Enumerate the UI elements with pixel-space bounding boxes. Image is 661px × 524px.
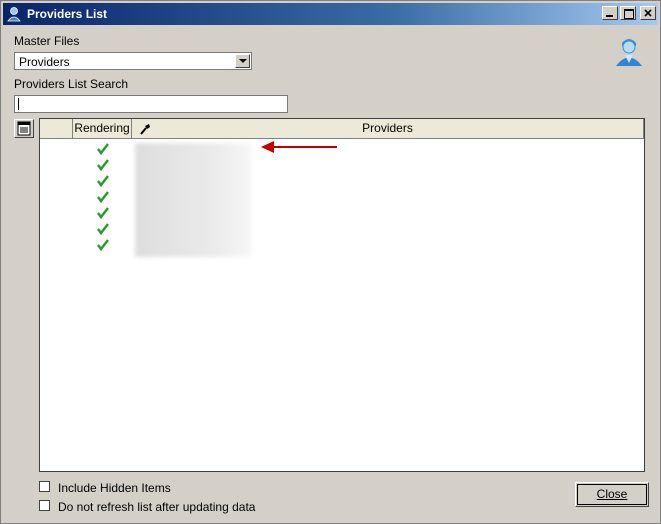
rendering-column-header[interactable]: Rendering bbox=[73, 119, 132, 139]
close-window-button[interactable] bbox=[640, 6, 656, 20]
providers-column-header[interactable]: Providers bbox=[132, 119, 644, 139]
maximize-icon bbox=[624, 9, 634, 19]
providers-list-window: Providers List Master Files Providers Pr… bbox=[0, 0, 661, 524]
rendering-check-icon bbox=[97, 159, 109, 171]
filter-brush-icon bbox=[140, 124, 150, 135]
user-icon bbox=[7, 7, 21, 22]
provider-avatar-icon bbox=[616, 39, 642, 66]
no-refresh-label: Do not refresh list after updating data bbox=[58, 500, 256, 514]
chevron-down-icon[interactable] bbox=[235, 54, 250, 68]
window-title: Providers List bbox=[27, 7, 108, 21]
close-button-label: Close bbox=[596, 487, 628, 501]
minimize-icon bbox=[606, 15, 613, 17]
rendering-check-icon bbox=[97, 191, 109, 203]
title-bar[interactable]: Providers List bbox=[3, 3, 658, 25]
include-hidden-label: Include Hidden Items bbox=[58, 481, 171, 495]
text-caret bbox=[18, 98, 19, 110]
include-hidden-checkbox[interactable] bbox=[39, 481, 50, 492]
list-icon bbox=[17, 121, 31, 136]
redacted-provider-names bbox=[135, 143, 251, 257]
close-button[interactable]: Close bbox=[575, 482, 649, 507]
rendering-check-icon bbox=[97, 175, 109, 187]
annotation-arrow-icon bbox=[261, 141, 337, 153]
column-chooser-button[interactable] bbox=[14, 119, 34, 138]
rendering-check-icon bbox=[97, 239, 109, 251]
providers-grid[interactable]: Rendering Providers bbox=[39, 118, 645, 472]
rendering-check-icon bbox=[97, 223, 109, 235]
master-files-selected: Providers bbox=[19, 55, 70, 69]
row-selector-header[interactable] bbox=[40, 119, 73, 139]
master-files-dropdown[interactable]: Providers bbox=[14, 52, 252, 70]
rendering-check-icon bbox=[97, 143, 109, 155]
rendering-check-icon bbox=[97, 207, 109, 219]
providers-header-label: Providers bbox=[362, 121, 413, 135]
search-label: Providers List Search bbox=[14, 77, 129, 91]
providers-search-input[interactable] bbox=[14, 95, 288, 113]
maximize-button[interactable] bbox=[620, 6, 636, 20]
no-refresh-checkbox[interactable] bbox=[39, 500, 50, 511]
master-files-label: Master Files bbox=[14, 34, 80, 48]
minimize-button[interactable] bbox=[602, 6, 618, 20]
rendering-header-label: Rendering bbox=[74, 121, 130, 135]
close-icon bbox=[644, 9, 652, 17]
